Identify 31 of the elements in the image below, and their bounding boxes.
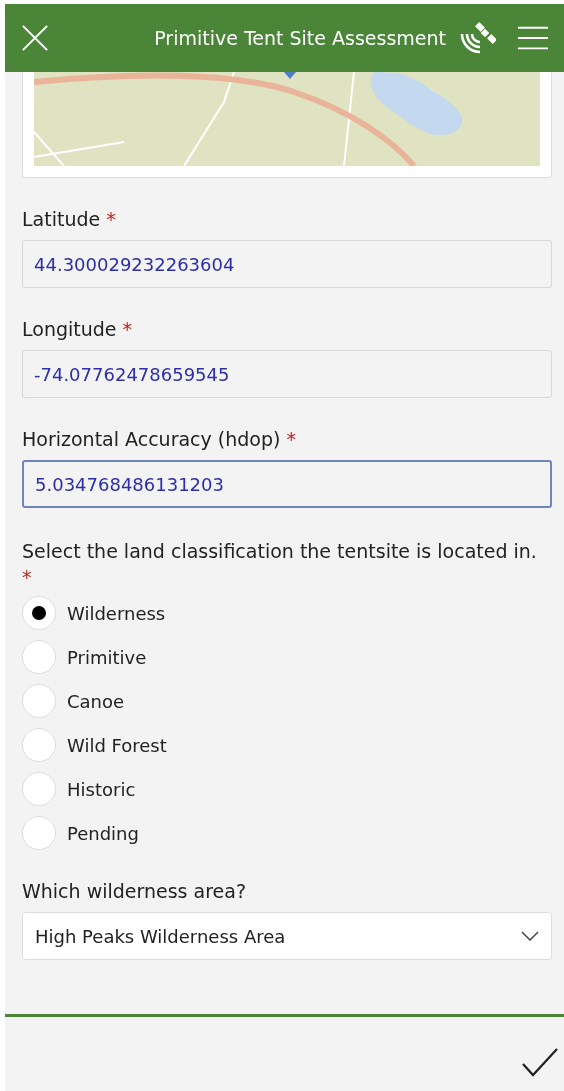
option-label: Wild Forest xyxy=(67,734,167,756)
required-mark: * xyxy=(122,318,133,340)
question-label: Select the land classification the tentsite is located in. xyxy=(22,540,537,562)
option-label: Primitive xyxy=(67,646,147,668)
form-title: Primitive Tent Site Assessment xyxy=(154,27,446,49)
radio-button[interactable] xyxy=(22,640,56,674)
option-label: Historic xyxy=(67,778,136,800)
radio-button[interactable] xyxy=(22,684,56,718)
radio-button[interactable] xyxy=(22,596,56,630)
required-mark: * xyxy=(22,566,32,588)
required-mark: * xyxy=(286,428,296,450)
input-field[interactable]: 44.300029232263604 xyxy=(22,240,552,288)
radio-button[interactable] xyxy=(22,772,56,806)
map-drawing[interactable] xyxy=(34,72,540,166)
field-label: Longitude xyxy=(22,318,117,340)
input-field[interactable]: -74.07762478659545 xyxy=(22,350,552,398)
checkmark-icon[interactable] xyxy=(522,1047,558,1077)
chevron-icon xyxy=(521,931,539,941)
option-label: Wilderness xyxy=(67,602,166,624)
required-mark: * xyxy=(106,208,116,230)
input-field[interactable]: 5.034768486131203 xyxy=(22,460,552,508)
field-label: Which wilderness area? xyxy=(22,880,246,902)
close-icon[interactable] xyxy=(21,24,49,52)
dropdown-field[interactable]: High Peaks Wilderness Area xyxy=(22,912,552,960)
field-label: Latitude xyxy=(22,208,101,230)
option-label: Pending xyxy=(67,822,139,844)
field-label: Horizontal Accuracy (hdop) xyxy=(22,428,281,450)
radio-button[interactable] xyxy=(22,728,56,762)
radio-button[interactable] xyxy=(22,816,56,850)
option-label: Canoe xyxy=(67,690,125,712)
menu-icon[interactable] xyxy=(518,25,548,51)
